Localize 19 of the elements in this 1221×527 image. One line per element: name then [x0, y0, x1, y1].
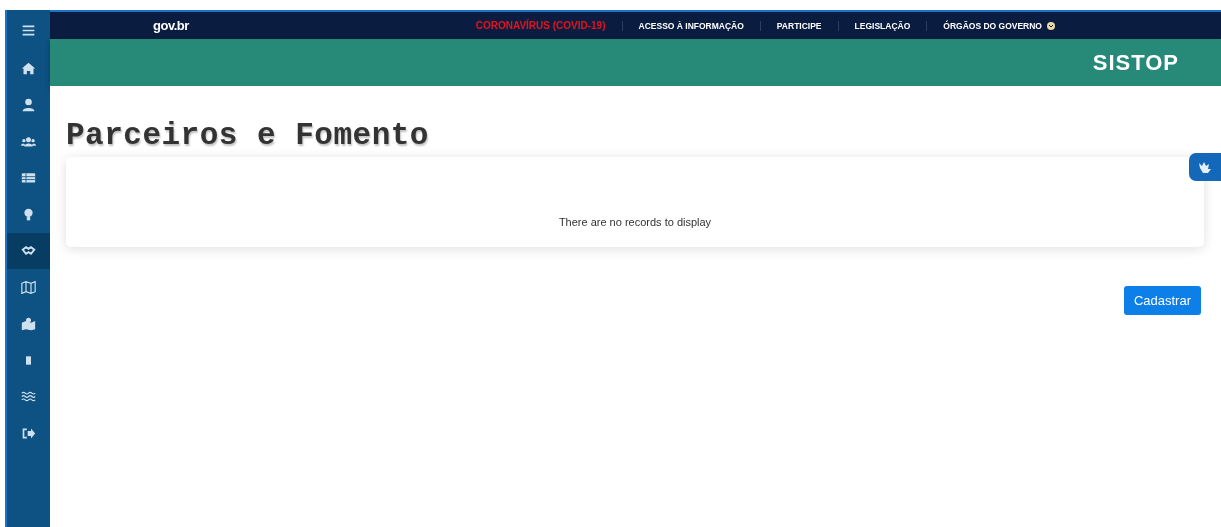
nav-link[interactable]: PARTICIPE	[759, 20, 838, 31]
accessibility-button[interactable]	[1189, 153, 1221, 181]
user-icon	[21, 97, 36, 113]
nav-link[interactable]: CORONAVÍRUS (COVID-19)	[459, 20, 622, 31]
lightbulb-icon	[21, 206, 36, 222]
app-title: SISTOP	[1092, 49, 1179, 76]
register-button[interactable]: Cadastrar	[1123, 286, 1201, 315]
page-title: Parceiros e Fomento	[66, 118, 430, 153]
dropdown-link[interactable]: ÓRGÃOS DO GOVERNO	[926, 20, 1071, 31]
chevron-down-icon	[1047, 21, 1055, 30]
nav-link[interactable]: LEGISLAÇÃO	[837, 20, 927, 31]
empty-message: There are no records to display	[558, 216, 712, 228]
map-user-icon	[21, 316, 36, 332]
map-icon	[21, 279, 36, 295]
home-icon	[21, 60, 36, 76]
nav-link[interactable]: ACESSO À INFORMAÇÃO	[621, 20, 760, 31]
sidebar-item[interactable]	[7, 232, 50, 269]
gov-logo[interactable]: gov.br	[153, 18, 189, 33]
table-icon	[21, 170, 36, 186]
